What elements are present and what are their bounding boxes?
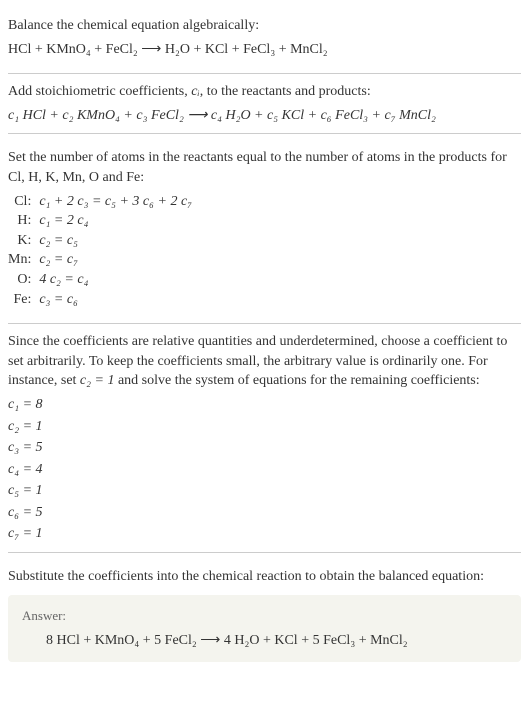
section-answer: Substitute the coefficients into the che… <box>8 559 521 670</box>
atom-equation: c₁ = 2 c₄ <box>39 211 192 231</box>
coefficient-line: c₁ = 8 <box>8 395 521 415</box>
substitute-title: Substitute the coefficients into the che… <box>8 567 521 587</box>
atom-equation: c₂ = c₇ <box>39 250 192 270</box>
stoich-title-post: , to the reactants and products: <box>200 84 371 99</box>
atom-equation: 4 c₂ = c₄ <box>39 270 192 290</box>
atom-equation: c₂ = c₅ <box>39 231 192 251</box>
coefficient-line: c₂ = 1 <box>8 417 521 437</box>
coefficient-line: c₃ = 5 <box>8 438 521 458</box>
atom-label: O: <box>8 270 39 290</box>
table-row: Fe: c₃ = c₆ <box>8 290 192 310</box>
table-row: H: c₁ = 2 c₄ <box>8 211 192 231</box>
atoms-title: Set the number of atoms in the reactants… <box>8 148 521 187</box>
table-row: Cl: c₁ + 2 c₃ = c₅ + 3 c₆ + 2 c₇ <box>8 192 192 212</box>
answer-label: Answer: <box>22 607 507 625</box>
stoichiometric-title: Add stoichiometric coefficients, cᵢ, to … <box>8 82 521 102</box>
problem-equation: HCl + KMnO₄ + FeCl₂ ⟶ H₂O + KCl + FeCl₃ … <box>8 40 521 60</box>
section-solve: Since the coefficients are relative quan… <box>8 323 521 553</box>
coefficient-line: c₅ = 1 <box>8 481 521 501</box>
atom-label: Fe: <box>8 290 39 310</box>
coefficient-line: c₇ = 1 <box>8 524 521 544</box>
table-row: Mn: c₂ = c₇ <box>8 250 192 270</box>
atom-label: H: <box>8 211 39 231</box>
table-row: O: 4 c₂ = c₄ <box>8 270 192 290</box>
atom-label: K: <box>8 231 39 251</box>
atom-label: Cl: <box>8 192 39 212</box>
section-atoms: Set the number of atoms in the reactants… <box>8 140 521 317</box>
section-problem: Balance the chemical equation algebraica… <box>8 8 521 67</box>
stoich-title-pre: Add stoichiometric coefficients, <box>8 84 191 99</box>
atom-equation: c₁ + 2 c₃ = c₅ + 3 c₆ + 2 c₇ <box>39 192 192 212</box>
stoichiometric-equation: c₁ HCl + c₂ KMnO₄ + c₃ FeCl₂ ⟶ c₄ H₂O + … <box>8 106 521 126</box>
solve-title-c2: c₂ = 1 <box>80 373 115 388</box>
coefficient-line: c₆ = 5 <box>8 503 521 523</box>
table-row: K: c₂ = c₅ <box>8 231 192 251</box>
atoms-table: Cl: c₁ + 2 c₃ = c₅ + 3 c₆ + 2 c₇ H: c₁ =… <box>8 192 192 310</box>
coefficient-line: c₄ = 4 <box>8 460 521 480</box>
atom-equation: c₃ = c₆ <box>39 290 192 310</box>
answer-equation: 8 HCl + KMnO₄ + 5 FeCl₂ ⟶ 4 H₂O + KCl + … <box>22 631 507 651</box>
solve-title-post: and solve the system of equations for th… <box>114 373 479 388</box>
solve-title: Since the coefficients are relative quan… <box>8 332 521 391</box>
problem-title: Balance the chemical equation algebraica… <box>8 16 521 36</box>
answer-box: Answer: 8 HCl + KMnO₄ + 5 FeCl₂ ⟶ 4 H₂O … <box>8 595 521 663</box>
section-stoichiometric: Add stoichiometric coefficients, cᵢ, to … <box>8 73 521 134</box>
atom-label: Mn: <box>8 250 39 270</box>
stoich-title-ci: cᵢ <box>191 84 199 99</box>
